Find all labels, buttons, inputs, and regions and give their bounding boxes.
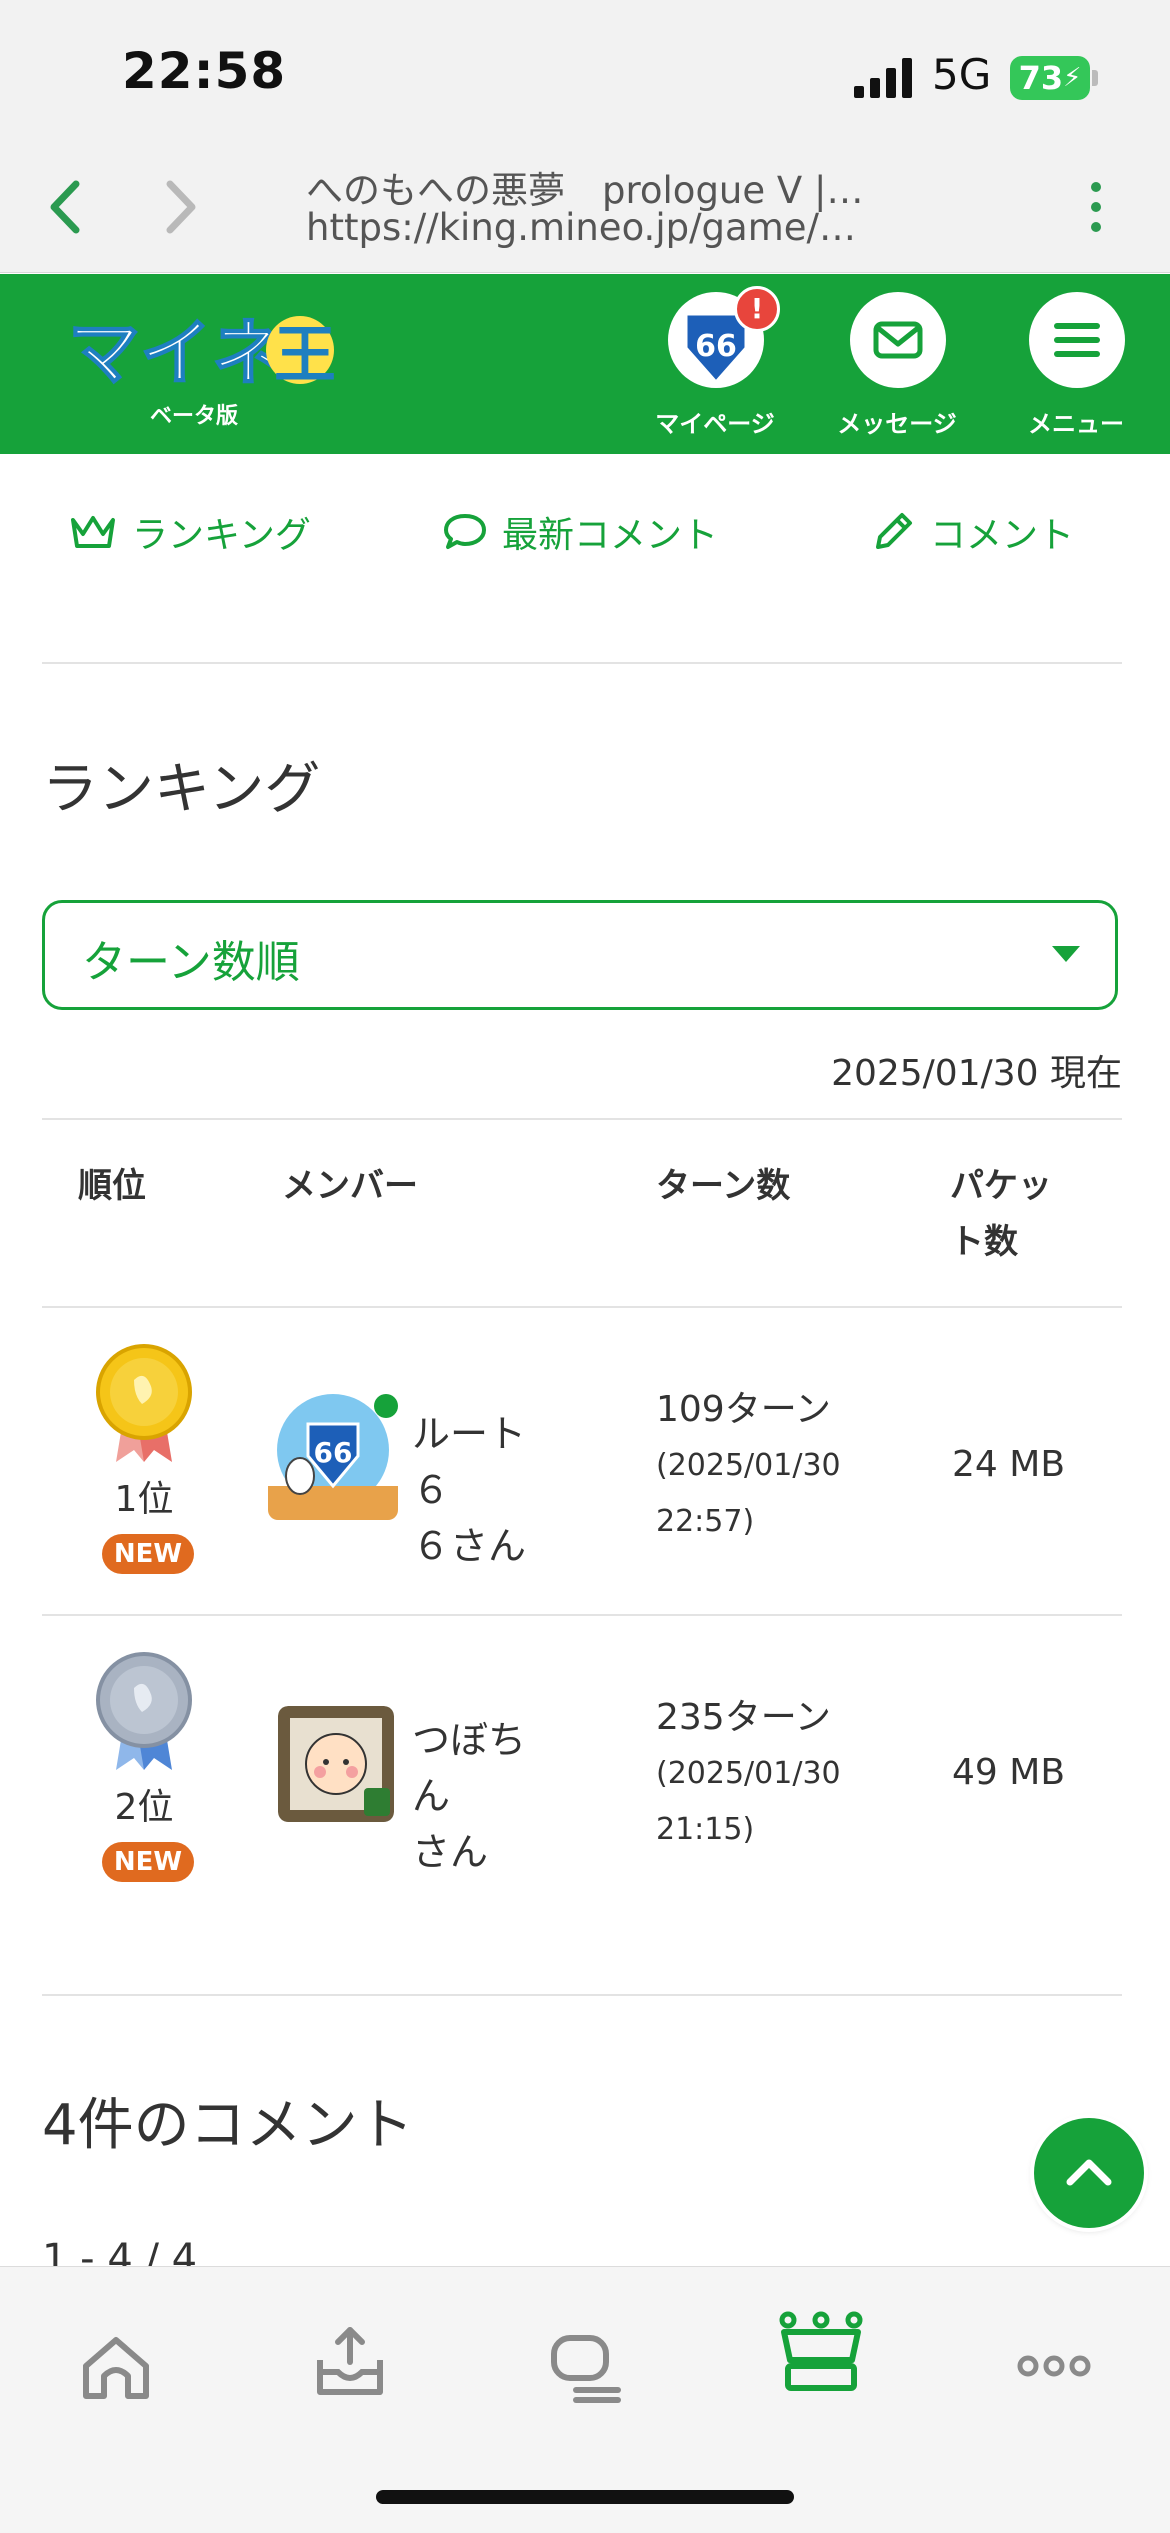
svg-text:マイネ: マイネ: [68, 311, 284, 395]
member-avatar[interactable]: 66: [268, 1390, 398, 1520]
pencil-icon: [876, 513, 912, 549]
home-indicator[interactable]: [376, 2490, 794, 2504]
packet-amount: 49 MB: [952, 1752, 1066, 1793]
envelope-icon: [873, 321, 923, 359]
ranking-heading: ランキング: [42, 757, 321, 822]
column-header-member: メンバー: [282, 1166, 418, 1206]
rank-label: 2位: [114, 1787, 174, 1828]
battery-icon: 73 ⚡: [1010, 56, 1090, 100]
browser-more-icon[interactable]: [1082, 176, 1110, 236]
chevron-right-icon[interactable]: [150, 172, 210, 242]
turn-date-line1: (2025/01/30: [656, 1448, 841, 1483]
svg-text:66: 66: [314, 1436, 353, 1469]
turn-date-line2: 22:57): [656, 1504, 755, 1539]
chevron-up-icon: [1066, 2159, 1112, 2186]
crown-icon: [71, 516, 115, 548]
message-label[interactable]: メッセージ: [822, 404, 972, 439]
new-badge: NEW: [102, 1534, 194, 1574]
as-of-date: 2025/01/30 現在: [831, 1053, 1122, 1094]
signal-icon: [854, 58, 912, 98]
turn-date: (2025/01/30 21:15): [656, 1746, 841, 1858]
member-name-line2: ６さん: [412, 1524, 527, 1568]
gold-medal-icon: [96, 1344, 192, 1462]
home-icon[interactable]: [76, 2326, 156, 2406]
status-time: 22:58: [122, 42, 287, 100]
member-name[interactable]: つぼちん さん: [412, 1712, 562, 1880]
network-type: 5G: [932, 50, 992, 99]
speech-bubble-icon: [444, 514, 486, 549]
subnav-latest-label: 最新コメント: [502, 515, 719, 556]
turn-date: (2025/01/30 22:57): [656, 1438, 841, 1550]
comments-heading: 4件のコメント: [42, 2093, 414, 2158]
subnav-ranking[interactable]: ランキング: [68, 506, 311, 558]
upload-tray-icon[interactable]: [310, 2322, 390, 2402]
chat-icon[interactable]: [546, 2328, 626, 2408]
svg-text:王: 王: [274, 318, 334, 391]
silver-medal-icon: [96, 1652, 192, 1770]
member-avatar[interactable]: [278, 1706, 394, 1822]
column-header-packets-line1: パケッ: [950, 1166, 1052, 1206]
alert-badge: !: [734, 286, 780, 332]
column-header-packets: パケッ ト数: [950, 1158, 1070, 1270]
king-crown-icon[interactable]: [778, 2310, 864, 2396]
new-badge: NEW: [102, 1842, 194, 1882]
svg-text:66: 66: [695, 329, 737, 364]
subnav-comment[interactable]: コメント: [870, 506, 1074, 558]
member-name-line1: ルート６: [412, 1412, 527, 1512]
menu-label[interactable]: メニュー: [1001, 404, 1151, 439]
divider: [42, 662, 1122, 664]
subnav-ranking-label: ランキング: [132, 515, 311, 556]
mypage-label[interactable]: マイページ: [640, 404, 790, 439]
mineo-king-logo[interactable]: マイネ 王: [64, 300, 334, 400]
packet-amount: 24 MB: [952, 1444, 1066, 1485]
browser-url[interactable]: https://king.mineo.jp/game/…: [306, 206, 866, 249]
caret-down-icon[interactable]: [1052, 946, 1080, 962]
turn-date-line1: (2025/01/30: [656, 1756, 841, 1791]
turn-count: 109ターン: [656, 1389, 831, 1430]
subnav-comment-label: コメント: [930, 515, 1075, 556]
sort-selected-value[interactable]: ターン数順: [82, 926, 300, 990]
row-divider: [42, 1994, 1122, 1996]
column-header-packets-line2: ト数: [950, 1222, 1018, 1262]
message-button[interactable]: [850, 292, 946, 388]
turn-date-line2: 21:15): [656, 1812, 755, 1847]
hamburger-icon: [1054, 323, 1100, 357]
battery-tip: [1092, 70, 1098, 86]
table-top-border: [42, 1118, 1122, 1120]
battery-level: 73: [1018, 59, 1064, 97]
subnav-latest-comments[interactable]: 最新コメント: [442, 506, 718, 558]
scroll-to-top-button[interactable]: [1034, 2118, 1144, 2228]
logo-beta-label: ベータ版: [150, 404, 239, 429]
chevron-left-icon[interactable]: [36, 172, 96, 242]
column-header-turns: ターン数: [656, 1166, 791, 1206]
menu-button[interactable]: [1029, 292, 1125, 388]
rank-label: 1位: [114, 1479, 174, 1520]
member-name-line1: つぼちん: [412, 1718, 527, 1818]
turn-count: 235ターン: [656, 1697, 831, 1738]
member-name-line2: さん: [412, 1830, 489, 1874]
more-dots-icon[interactable]: [1014, 2326, 1094, 2406]
column-header-rank: 順位: [78, 1166, 146, 1206]
member-name[interactable]: ルート６ ６さん: [412, 1406, 562, 1574]
